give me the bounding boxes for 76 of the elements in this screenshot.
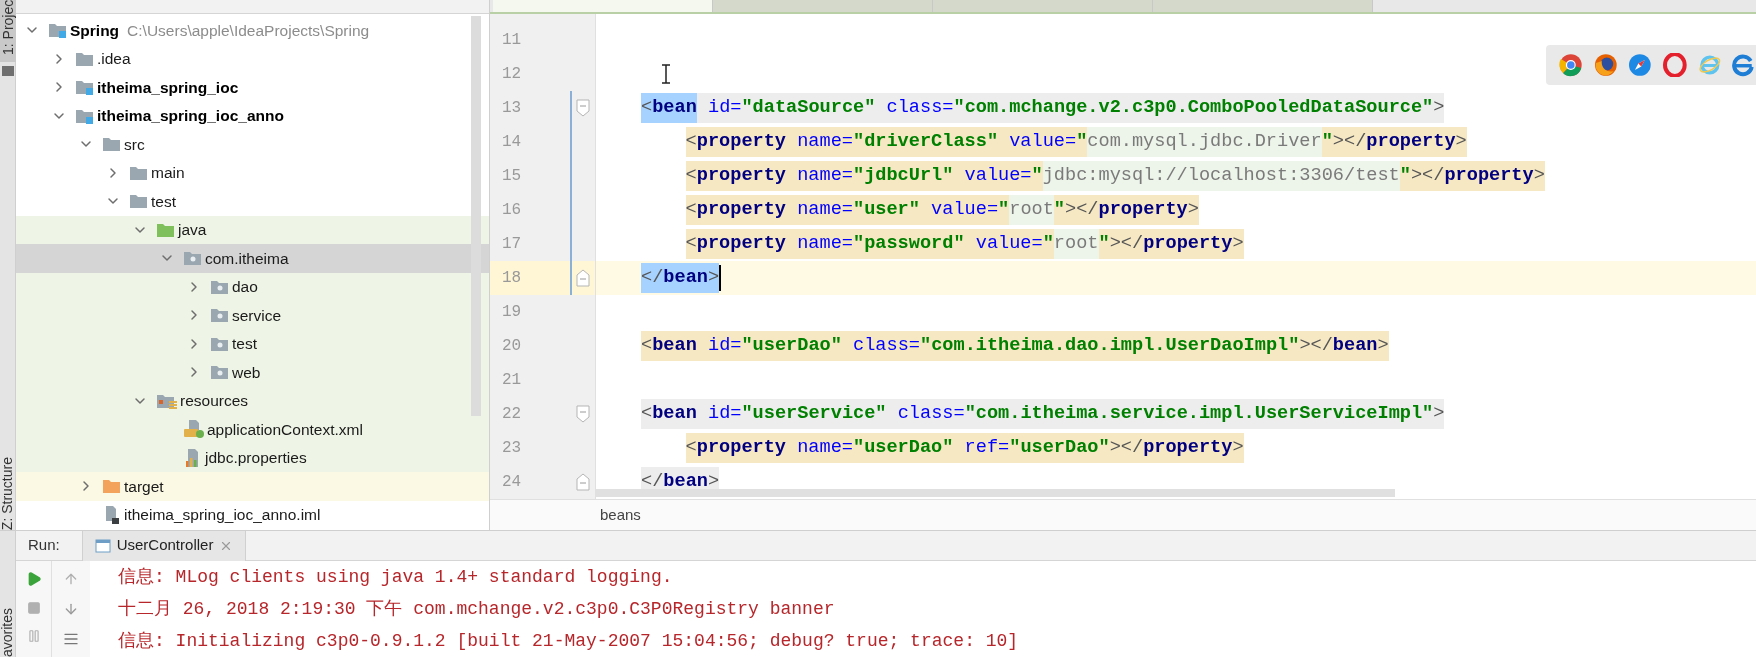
tree-item-label: service [232,305,282,326]
fold-start-icon[interactable] [576,99,590,117]
window-icon [94,538,111,553]
tree-item-label: itheima_spring_ioc_anno [97,106,284,127]
code-line: <property name="jdbcUrl" value="jdbc:mysql://localhost:3306/test"></property> [685,161,1545,191]
tree-item-label: web [232,362,261,383]
text-cursor-icon [661,64,671,84]
tree-item-label: test [151,191,176,212]
lines-icon[interactable] [63,631,79,647]
compass-icon[interactable] [1628,53,1652,77]
tree-item-label: src [124,134,145,155]
tree-item-label: .idea [97,49,131,70]
tree-item-label: test [232,334,257,355]
line-number: 11 [501,30,522,51]
line-number: 23 [501,438,522,459]
xml-file-icon [183,419,205,440]
tree-item-label: jdbc.properties [205,448,307,469]
tool-window-tab[interactable]: 1: Projec [0,0,16,62]
tree-item-label: dao [232,277,258,298]
line-number: 17 [501,234,522,255]
package-folder-icon [210,363,230,382]
package-folder-icon [210,306,230,325]
tree-row[interactable]: target [16,472,489,501]
code-line: <bean id="dataSource" class="com.mchange.v2.c3p0.ComboPooledDataSource"> [641,93,1445,123]
line-number: 15 [501,166,522,187]
tree-item-label: itheima_spring_ioc_anno.iml [124,505,321,526]
code-line: <property name="password" value="root"></property> [685,229,1244,259]
tree-item-path: C:\Users\apple\IdeaProjects\Spring [127,20,370,41]
tree-row[interactable]: resources [16,386,489,415]
line-number: 22 [501,404,522,425]
run-tab[interactable]: UserController [81,530,247,561]
tree-item-label: itheima_spring_ioc [97,77,239,98]
round-logo-icon[interactable] [1593,53,1618,77]
tree-row[interactable]: service [16,301,489,330]
line-number: 24 [501,472,522,493]
tree-row[interactable]: jdbc.properties [16,443,489,472]
text-caret [719,265,722,291]
tree-item-label: target [124,476,164,497]
tree-row[interactable]: java [16,215,489,244]
line-number: 19 [501,302,522,323]
tree-item-label: com.itheima [205,248,289,269]
tree-row[interactable]: dao [16,272,489,301]
line-number: 20 [501,336,522,357]
console-line: 十二月 26, 2018 2:19:30 下午 com.mchange.v2.c3p0.C3P0Registry banner [118,597,836,621]
module-folder-icon [48,21,68,40]
tree-item-label: java [178,220,207,241]
line-number: 13 [501,98,522,119]
console-line: 信息: Initializing c3p0-0.9.1.2 [built 21-May-2007 15:04:56; debug? true; trace: 10] [118,629,1019,653]
tool-window-tab[interactable]: Z: Structure [0,456,18,530]
tree-item-label: applicationContext.xml [207,419,363,440]
tree-item-label: Spring [70,20,120,41]
line-number: 18 [501,268,522,289]
ring-icon[interactable] [1663,53,1687,77]
breadcrumb[interactable]: beans [600,503,641,527]
tree-row[interactable]: web [16,358,489,387]
tree-row[interactable]: test [16,329,489,358]
line-number: 14 [501,132,522,153]
stop-icon[interactable] [26,601,41,615]
code-line: <property name="user" value="root"></property> [685,195,1199,225]
scrollbar[interactable] [471,16,481,416]
code-line: <property name="driverClass" value="com.mysql.jdbc.Driver"></property> [685,127,1467,157]
line-number: 12 [501,64,522,85]
tree-item-label: resources [180,391,249,412]
console-line: 信息: MLog clients using java 1.4+ standard logging. [118,565,674,589]
line-number: 16 [501,200,522,221]
tree-row[interactable]: com.itheima [16,244,489,273]
tree-item-label: main [151,163,185,184]
tree-row[interactable]: applicationContext.xml [16,415,489,444]
pinwheel-icon[interactable] [1559,53,1583,77]
package-folder-icon [183,249,203,268]
module-folder-icon [75,78,95,97]
run-label: Run: [28,535,60,556]
ring-icon[interactable] [1732,53,1756,77]
line-number: 21 [501,370,522,391]
fold-start-icon[interactable] [576,405,590,423]
scrollbar[interactable] [595,489,1395,497]
